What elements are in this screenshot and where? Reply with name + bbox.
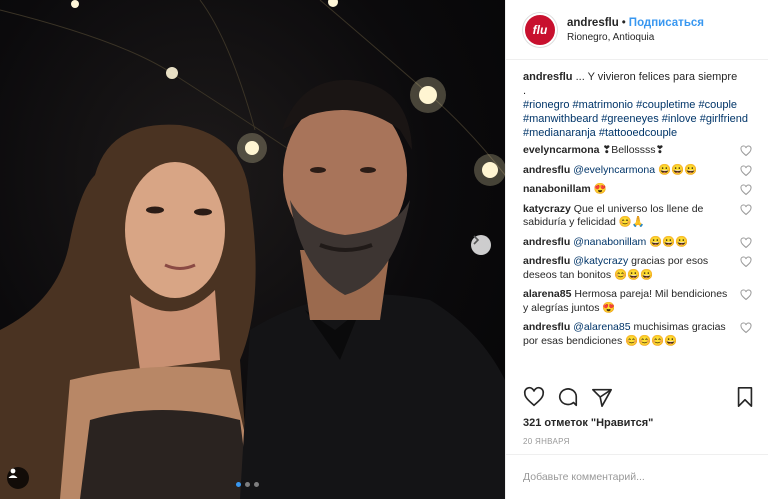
- comment-username[interactable]: andresflu: [523, 321, 570, 333]
- comment-like-icon[interactable]: [740, 164, 752, 177]
- likes-count[interactable]: 321 отметок "Нравится": [523, 417, 653, 429]
- comment-text-block: andresflu @katycrazy gracias por esos de…: [523, 255, 728, 282]
- comment-username[interactable]: andresflu: [523, 236, 570, 248]
- comment-row: andresflu @alarena85 muchisimas gracias …: [523, 321, 752, 348]
- comment-row: andresflu @evelyncarmona 😀😀😀: [523, 164, 752, 178]
- comment-like-icon[interactable]: [740, 289, 752, 301]
- comment-username[interactable]: andresflu: [523, 164, 570, 176]
- comment-mention[interactable]: @nanabonillam: [573, 236, 646, 248]
- comment-username[interactable]: alarena85: [523, 288, 571, 300]
- comment-text-block: andresflu @evelyncarmona 😀😀😀: [523, 164, 728, 178]
- comment-row: nanabonillam 😍: [523, 183, 752, 197]
- comment-username[interactable]: andresflu: [523, 255, 570, 267]
- post-header: flu andresflu • Подписаться Rionegro, Anti…: [506, 0, 768, 60]
- chevron-right-icon: [473, 235, 480, 245]
- bookmark-icon[interactable]: [734, 386, 756, 408]
- add-comment-bar: [506, 454, 768, 499]
- comment-username[interactable]: nanabonillam: [523, 183, 591, 195]
- location-link[interactable]: Rionegro, Antioquia: [567, 32, 704, 43]
- carousel-dot: [254, 482, 259, 487]
- comment-like-icon[interactable]: [740, 236, 752, 249]
- comment-text-block: andresflu @alarena85 muchisimas gracias …: [523, 321, 728, 348]
- user-tag-button[interactable]: [7, 467, 29, 489]
- username-link[interactable]: andresflu: [567, 17, 619, 29]
- avatar-logo-text: flu: [532, 22, 548, 37]
- comment-body: ❣Bellossss❣: [602, 144, 665, 156]
- comment-body: 😀😀😀: [657, 163, 698, 176]
- post-sidebar: flu andresflu • Подписаться Rionegro, Anti…: [505, 0, 768, 499]
- couple-photo: [0, 0, 505, 499]
- comment-text-block: nanabonillam 😍: [523, 183, 728, 197]
- caption-hashtags[interactable]: #rionegro #matrimonio #coupletime #coupl…: [523, 99, 748, 139]
- caption-text: ... Y vivieron felices para siempre: [575, 71, 738, 83]
- user-tag-icon: [8, 468, 18, 478]
- comment-like-icon[interactable]: [740, 145, 752, 157]
- carousel-dot: [245, 482, 250, 487]
- comment-row: alarena85 Hermosa pareja! Mil bendicione…: [523, 288, 752, 315]
- comment-username[interactable]: katycrazy: [523, 203, 571, 215]
- comment-mention[interactable]: @evelyncarmona: [573, 164, 655, 176]
- comment-like-icon[interactable]: [740, 322, 752, 334]
- carousel-dot: [236, 482, 241, 487]
- comment-text-block: andresflu @nanabonillam 😀😀😀: [523, 236, 728, 250]
- post-date[interactable]: 20 ЯНВАРЯ: [523, 437, 570, 446]
- comment-row: andresflu @katycrazy gracias por esos de…: [523, 255, 752, 282]
- post-caption: andresflu ... Y vivieron felices para si…: [523, 70, 752, 140]
- post-actions: [523, 382, 756, 412]
- comment-text-block: katycrazy Que el universo los llene de s…: [523, 203, 728, 230]
- caption-username[interactable]: andresflu: [523, 71, 573, 83]
- caption-line2: .: [523, 85, 527, 97]
- comment-row: andresflu @nanabonillam 😀😀😀: [523, 236, 752, 250]
- comment-body: 😍: [593, 183, 607, 195]
- comment-mention[interactable]: @alarena85: [573, 321, 630, 333]
- speech-bubble-icon[interactable]: [557, 386, 579, 408]
- comment-body: 😀😀😀: [649, 235, 689, 248]
- comment-like-icon[interactable]: [740, 184, 752, 196]
- follow-button[interactable]: Подписаться: [629, 17, 704, 29]
- post-photo[interactable]: [0, 0, 505, 499]
- comment-username[interactable]: evelyncarmona: [523, 144, 599, 156]
- comments-list[interactable]: andresflu ... Y vivieron felices para si…: [506, 60, 768, 374]
- comment-like-icon[interactable]: [740, 256, 752, 268]
- heart-outline-icon[interactable]: [523, 386, 545, 408]
- comment-row: katycrazy Que el universo los llene de s…: [523, 203, 752, 230]
- carousel-next-button[interactable]: [471, 235, 491, 255]
- comment-like-icon[interactable]: [740, 203, 752, 216]
- comment-text-block: evelyncarmona ❣Bellossss❣: [523, 144, 728, 158]
- share-icon[interactable]: [591, 386, 613, 408]
- carousel-indicator: [236, 482, 259, 487]
- comment-text-block: alarena85 Hermosa pareja! Mil bendicione…: [523, 288, 728, 315]
- avatar[interactable]: flu: [523, 12, 557, 47]
- separator-dot: •: [621, 16, 626, 29]
- comment-row: evelyncarmona ❣Bellossss❣: [523, 144, 752, 158]
- comment-mention[interactable]: @katycrazy: [573, 255, 628, 267]
- comment-input[interactable]: [523, 471, 753, 483]
